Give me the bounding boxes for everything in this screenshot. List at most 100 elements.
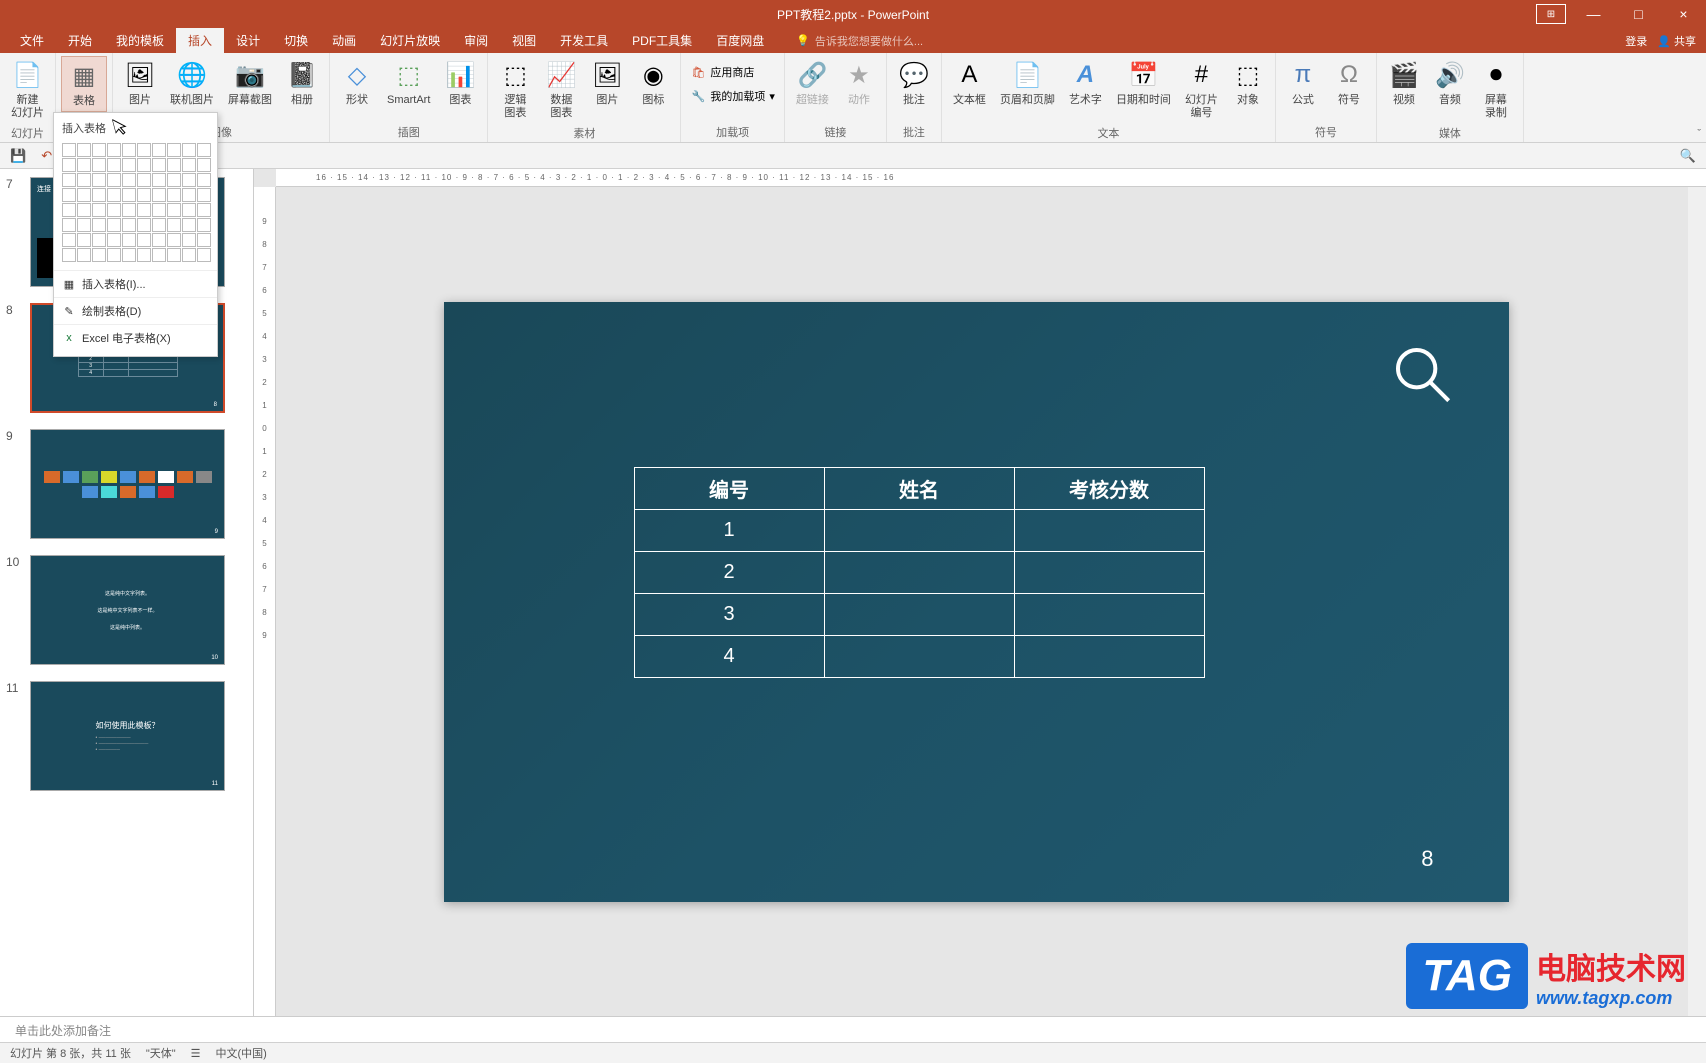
grid-cell[interactable] [152,218,166,232]
grid-cell[interactable] [152,248,166,262]
online-picture-button[interactable]: 🌐联机图片 [164,56,220,110]
grid-cell[interactable] [62,203,76,217]
grid-cell[interactable] [167,248,181,262]
tab-home[interactable]: 开始 [56,28,104,53]
status-language[interactable]: 中文(中国) [216,1045,267,1061]
data-chart-button[interactable]: 📈数据 图表 [539,56,583,123]
grid-cell[interactable] [182,173,196,187]
slide-thumb-10[interactable]: 10 这是纯中文字列表。 这是纯中文字列表不一样。 这是纯中列表。 10 [0,547,253,673]
slide-thumb-9[interactable]: 9 9 [0,421,253,547]
grid-cell[interactable] [137,173,151,187]
tab-baidu[interactable]: 百度网盘 [704,28,776,53]
grid-cell[interactable] [62,173,76,187]
close-button[interactable]: × [1661,0,1706,28]
grid-cell[interactable] [62,218,76,232]
grid-cell[interactable] [122,248,136,262]
grid-cell[interactable] [92,143,106,157]
tab-view[interactable]: 视图 [500,28,548,53]
thumbnail-11[interactable]: 如何使用此模板？ • ───────── • ────────────── • … [30,681,225,791]
grid-cell[interactable] [77,233,91,247]
grid-cell[interactable] [182,188,196,202]
grid-cell[interactable] [152,173,166,187]
grid-cell[interactable] [107,203,121,217]
table-button[interactable]: ▦ 表格 [61,56,107,112]
grid-cell[interactable] [77,173,91,187]
date-time-button[interactable]: 📅日期和时间 [1110,56,1177,110]
ruler-vertical[interactable]: 9876543210123456789 [254,187,276,1016]
video-button[interactable]: 🎬视频 [1382,56,1426,110]
smartart-button[interactable]: ⬚SmartArt [381,56,436,110]
tab-developer[interactable]: 开发工具 [548,28,620,53]
grid-cell[interactable] [107,248,121,262]
grid-cell[interactable] [92,233,106,247]
picture-button[interactable]: 🖼图片 [118,56,162,110]
grid-cell[interactable] [167,203,181,217]
grid-cell[interactable] [122,203,136,217]
grid-cell[interactable] [167,173,181,187]
slide-canvas[interactable]: 编号 姓名 考核分数 1 2 3 4 8 [444,302,1509,902]
grid-cell[interactable] [137,143,151,157]
icon-button[interactable]: ◉图标 [631,56,675,110]
grid-cell[interactable] [182,203,196,217]
maximize-button[interactable]: □ [1616,0,1661,28]
qat-undo-icon[interactable]: ↶ [41,148,52,164]
grid-cell[interactable] [92,158,106,172]
grid-cell[interactable] [167,188,181,202]
equation-button[interactable]: π公式 [1281,56,1325,110]
tab-file[interactable]: 文件 [8,28,56,53]
grid-cell[interactable] [197,233,211,247]
tab-design[interactable]: 设计 [224,28,272,53]
grid-cell[interactable] [92,203,106,217]
slide-data-table[interactable]: 编号 姓名 考核分数 1 2 3 4 [634,467,1205,678]
grid-cell[interactable] [167,233,181,247]
collapse-ribbon-icon[interactable]: ˇ [1697,128,1701,140]
object-button[interactable]: ⬚对象 [1226,56,1270,110]
grid-cell[interactable] [152,233,166,247]
grid-cell[interactable] [92,188,106,202]
grid-cell[interactable] [107,158,121,172]
notes-area[interactable]: 单击此处添加备注 [0,1016,1706,1042]
my-addins-button[interactable]: 🔧我的加载项 ▾ [686,86,779,106]
grid-cell[interactable] [197,248,211,262]
thumbnail-10[interactable]: 这是纯中文字列表。 这是纯中文字列表不一样。 这是纯中列表。 10 [30,555,225,665]
tab-animations[interactable]: 动画 [320,28,368,53]
picture-material-button[interactable]: 🖼图片 [585,56,629,110]
audio-button[interactable]: 🔊音频 [1428,56,1472,110]
grid-cell[interactable] [152,188,166,202]
chart-button[interactable]: 📊图表 [438,56,482,110]
grid-cell[interactable] [92,218,106,232]
status-accessibility-icon[interactable]: ☰ [191,1047,201,1060]
symbol-button[interactable]: Ω符号 [1327,56,1371,110]
tab-pdf-tools[interactable]: PDF工具集 [620,28,704,53]
textbox-button[interactable]: A文本框 [947,56,992,110]
grid-cell[interactable] [182,158,196,172]
grid-cell[interactable] [137,233,151,247]
grid-cell[interactable] [122,173,136,187]
grid-cell[interactable] [167,218,181,232]
wordart-button[interactable]: A艺术字 [1063,56,1108,110]
grid-cell[interactable] [182,248,196,262]
grid-cell[interactable] [62,233,76,247]
grid-cell[interactable] [92,173,106,187]
slide-number-button[interactable]: #幻灯片 编号 [1179,56,1224,123]
grid-cell[interactable] [107,233,121,247]
comment-button[interactable]: 💬批注 [892,56,936,110]
grid-cell[interactable] [107,218,121,232]
grid-cell[interactable] [182,233,196,247]
table-size-grid[interactable] [54,141,217,270]
display-settings-icon[interactable]: ⊞ [1536,4,1566,24]
qat-save-icon[interactable]: 💾 [10,148,26,164]
excel-sheet-item[interactable]: xExcel 电子表格(X) [54,324,217,351]
screenshot-button[interactable]: 📷屏幕截图 [222,56,278,110]
vertical-scrollbar[interactable] [1688,187,1706,1016]
tab-review[interactable]: 审阅 [452,28,500,53]
grid-cell[interactable] [77,203,91,217]
grid-cell[interactable] [167,143,181,157]
grid-cell[interactable] [77,248,91,262]
grid-cell[interactable] [182,218,196,232]
grid-cell[interactable] [62,143,76,157]
grid-cell[interactable] [77,218,91,232]
grid-cell[interactable] [197,218,211,232]
grid-cell[interactable] [107,188,121,202]
grid-cell[interactable] [152,203,166,217]
